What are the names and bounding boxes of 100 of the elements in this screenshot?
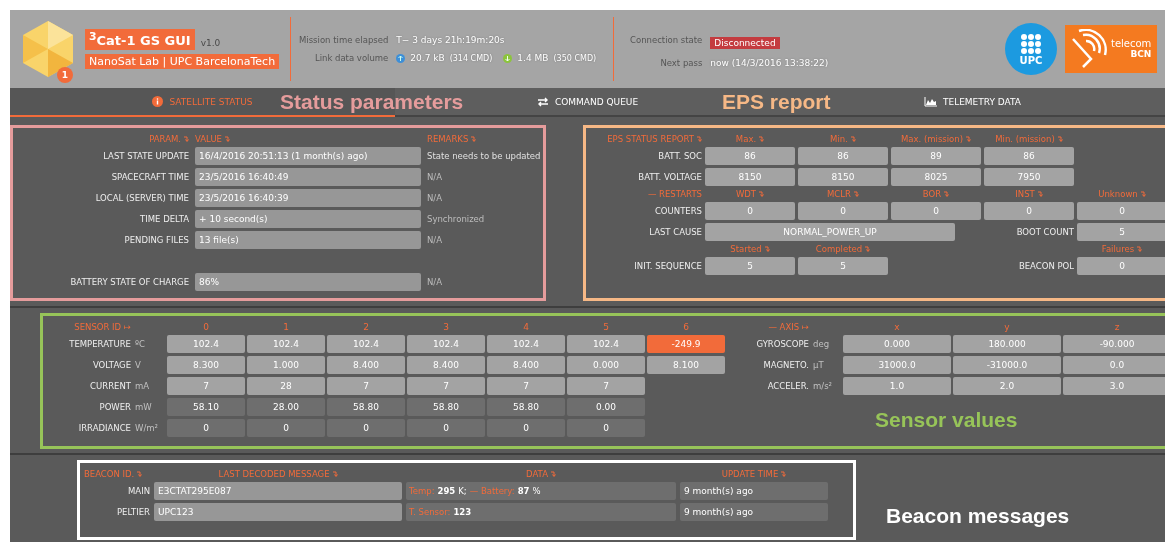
- section-header: — RESTARTS: [646, 189, 702, 199]
- value-cell: 86: [705, 147, 795, 165]
- column-header[interactable]: BOR: [891, 189, 981, 199]
- connection-status: Disconnected: [710, 36, 780, 49]
- value-field: + 10 second(s): [195, 210, 421, 228]
- column-header[interactable]: Unknown: [1077, 189, 1165, 199]
- value-cell: 0: [167, 419, 245, 437]
- info-value: T− 3 days 21h:19m:20s: [396, 35, 506, 45]
- value-cell: 86: [984, 147, 1074, 165]
- column-header: x: [893, 322, 901, 332]
- value-cell: 0: [567, 419, 645, 437]
- value-cell: 7: [407, 377, 485, 395]
- column-header[interactable]: Completed: [798, 244, 888, 254]
- value-cell: 0: [407, 419, 485, 437]
- value-cell: 102.4: [487, 335, 565, 353]
- value-cell: 0: [327, 419, 405, 437]
- value-cell: 28: [247, 377, 325, 395]
- remark-text: Synchronized: [427, 214, 486, 224]
- column-header: 2: [362, 322, 370, 332]
- value-cell: 1.000: [247, 356, 325, 374]
- value-cell: 7: [487, 377, 565, 395]
- column-header[interactable]: Min. (mission): [984, 134, 1074, 144]
- time-field: 9 month(s) ago: [680, 503, 828, 521]
- unit-label: deg: [812, 339, 831, 349]
- column-header: 0: [202, 322, 210, 332]
- message-field: UPC123: [154, 503, 402, 521]
- column-header[interactable]: BEACON ID.: [84, 469, 150, 479]
- column-header[interactable]: INST: [984, 189, 1074, 199]
- sensor-label: ACCELER.: [766, 381, 809, 391]
- unit-label: m/s²: [812, 381, 833, 391]
- notification-badge[interactable]: 1: [57, 67, 73, 83]
- value-cell: 28.00: [247, 398, 325, 416]
- value-cell: 0: [1077, 257, 1165, 275]
- value-cell: 7: [567, 377, 645, 395]
- beacon-label: PELTIER: [115, 507, 150, 517]
- value-cell: 86: [798, 147, 888, 165]
- value-cell: 180.000: [953, 335, 1061, 353]
- annotation-label: Beacon messages: [886, 504, 1070, 528]
- value-cell: 8.400: [407, 356, 485, 374]
- value-cell: 8150: [798, 168, 888, 186]
- column-header[interactable]: Started: [705, 244, 795, 254]
- param-label: PENDING FILES: [123, 235, 189, 245]
- info-label: Next pass: [659, 57, 703, 68]
- nav-tab[interactable]: SATELLITE STATUS: [152, 96, 253, 107]
- nav-tab[interactable]: COMMAND QUEUE: [536, 96, 639, 107]
- unit-label: ºC: [134, 339, 146, 349]
- sensor-label: VOLTAGE: [91, 360, 131, 370]
- info-label: Connection state: [630, 35, 703, 45]
- value-cell: 0: [798, 202, 888, 220]
- column-header[interactable]: EPS STATUS REPORT: [586, 134, 702, 144]
- value-cell: 8025: [891, 168, 981, 186]
- column-header: — AXIS ↦: [767, 322, 809, 332]
- value-cell: 102.4: [407, 335, 485, 353]
- value-cell: 8.400: [327, 356, 405, 374]
- value-cell: 0: [705, 202, 795, 220]
- unit-label: mW: [134, 402, 153, 412]
- value-cell: 7950: [984, 168, 1074, 186]
- value-field: 16/4/2016 20:51:13 (1 month(s) ago): [195, 147, 421, 165]
- column-header[interactable]: VALUE: [195, 134, 421, 144]
- sensor-label: MAGNETO.: [762, 360, 809, 370]
- column-header[interactable]: WDT: [705, 189, 795, 199]
- column-header[interactable]: PARAM.: [19, 134, 189, 144]
- info-value: now (14/3/2016 13:38:22): [710, 57, 829, 68]
- app-title: $^{3}$Cat-1 GS GUI: [85, 29, 195, 50]
- column-header[interactable]: Failures: [1077, 244, 1165, 254]
- value-cell: 3.0: [1063, 377, 1165, 395]
- annotation-label: Sensor values: [875, 408, 1018, 432]
- column-header[interactable]: MCLR: [798, 189, 888, 199]
- telecom-logo: telecom BCN: [1065, 25, 1157, 73]
- value-cell: 0: [247, 419, 325, 437]
- sensor-label: TEMPERATURE: [68, 339, 131, 349]
- column-header[interactable]: DATA: [406, 469, 676, 479]
- annotation-label: Status parameters: [280, 90, 464, 114]
- value-cell: 0: [984, 202, 1074, 220]
- nav-tab[interactable]: TELEMETRY DATA: [923, 96, 1022, 107]
- annotation-label: EPS report: [722, 90, 831, 114]
- param-label: BATT. SOC: [657, 151, 702, 161]
- sensor-label: IRRADIANCE: [77, 423, 131, 433]
- remark-text: N/A: [427, 193, 444, 203]
- param-label: LAST CAUSE: [648, 227, 702, 237]
- value-cell: 0: [891, 202, 981, 220]
- value-cell: 8.400: [487, 356, 565, 374]
- value-field: 13 file(s): [195, 231, 421, 249]
- column-header[interactable]: Min.: [798, 134, 888, 144]
- column-header[interactable]: LAST DECODED MESSAGE: [154, 469, 402, 479]
- value-cell: NORMAL_POWER_UP: [705, 223, 955, 241]
- column-header[interactable]: Max. (mission): [891, 134, 981, 144]
- unit-label: µT: [812, 360, 825, 370]
- value-cell: 2.0: [953, 377, 1061, 395]
- column-header[interactable]: Max.: [705, 134, 795, 144]
- unit-label: W/m²: [134, 423, 159, 433]
- column-header[interactable]: UPDATE TIME: [680, 469, 828, 479]
- value-cell: 1.0: [843, 377, 951, 395]
- column-header[interactable]: REMARKS: [427, 134, 557, 144]
- data-field: Temp: 295 K; — Battery: 87 %: [406, 482, 676, 500]
- value-cell: 58.80: [487, 398, 565, 416]
- info-value: (314 CMD): [449, 53, 493, 63]
- sensor-label: POWER: [98, 402, 131, 412]
- param-label: COUNTERS: [653, 206, 702, 216]
- value-cell: 8.300: [167, 356, 245, 374]
